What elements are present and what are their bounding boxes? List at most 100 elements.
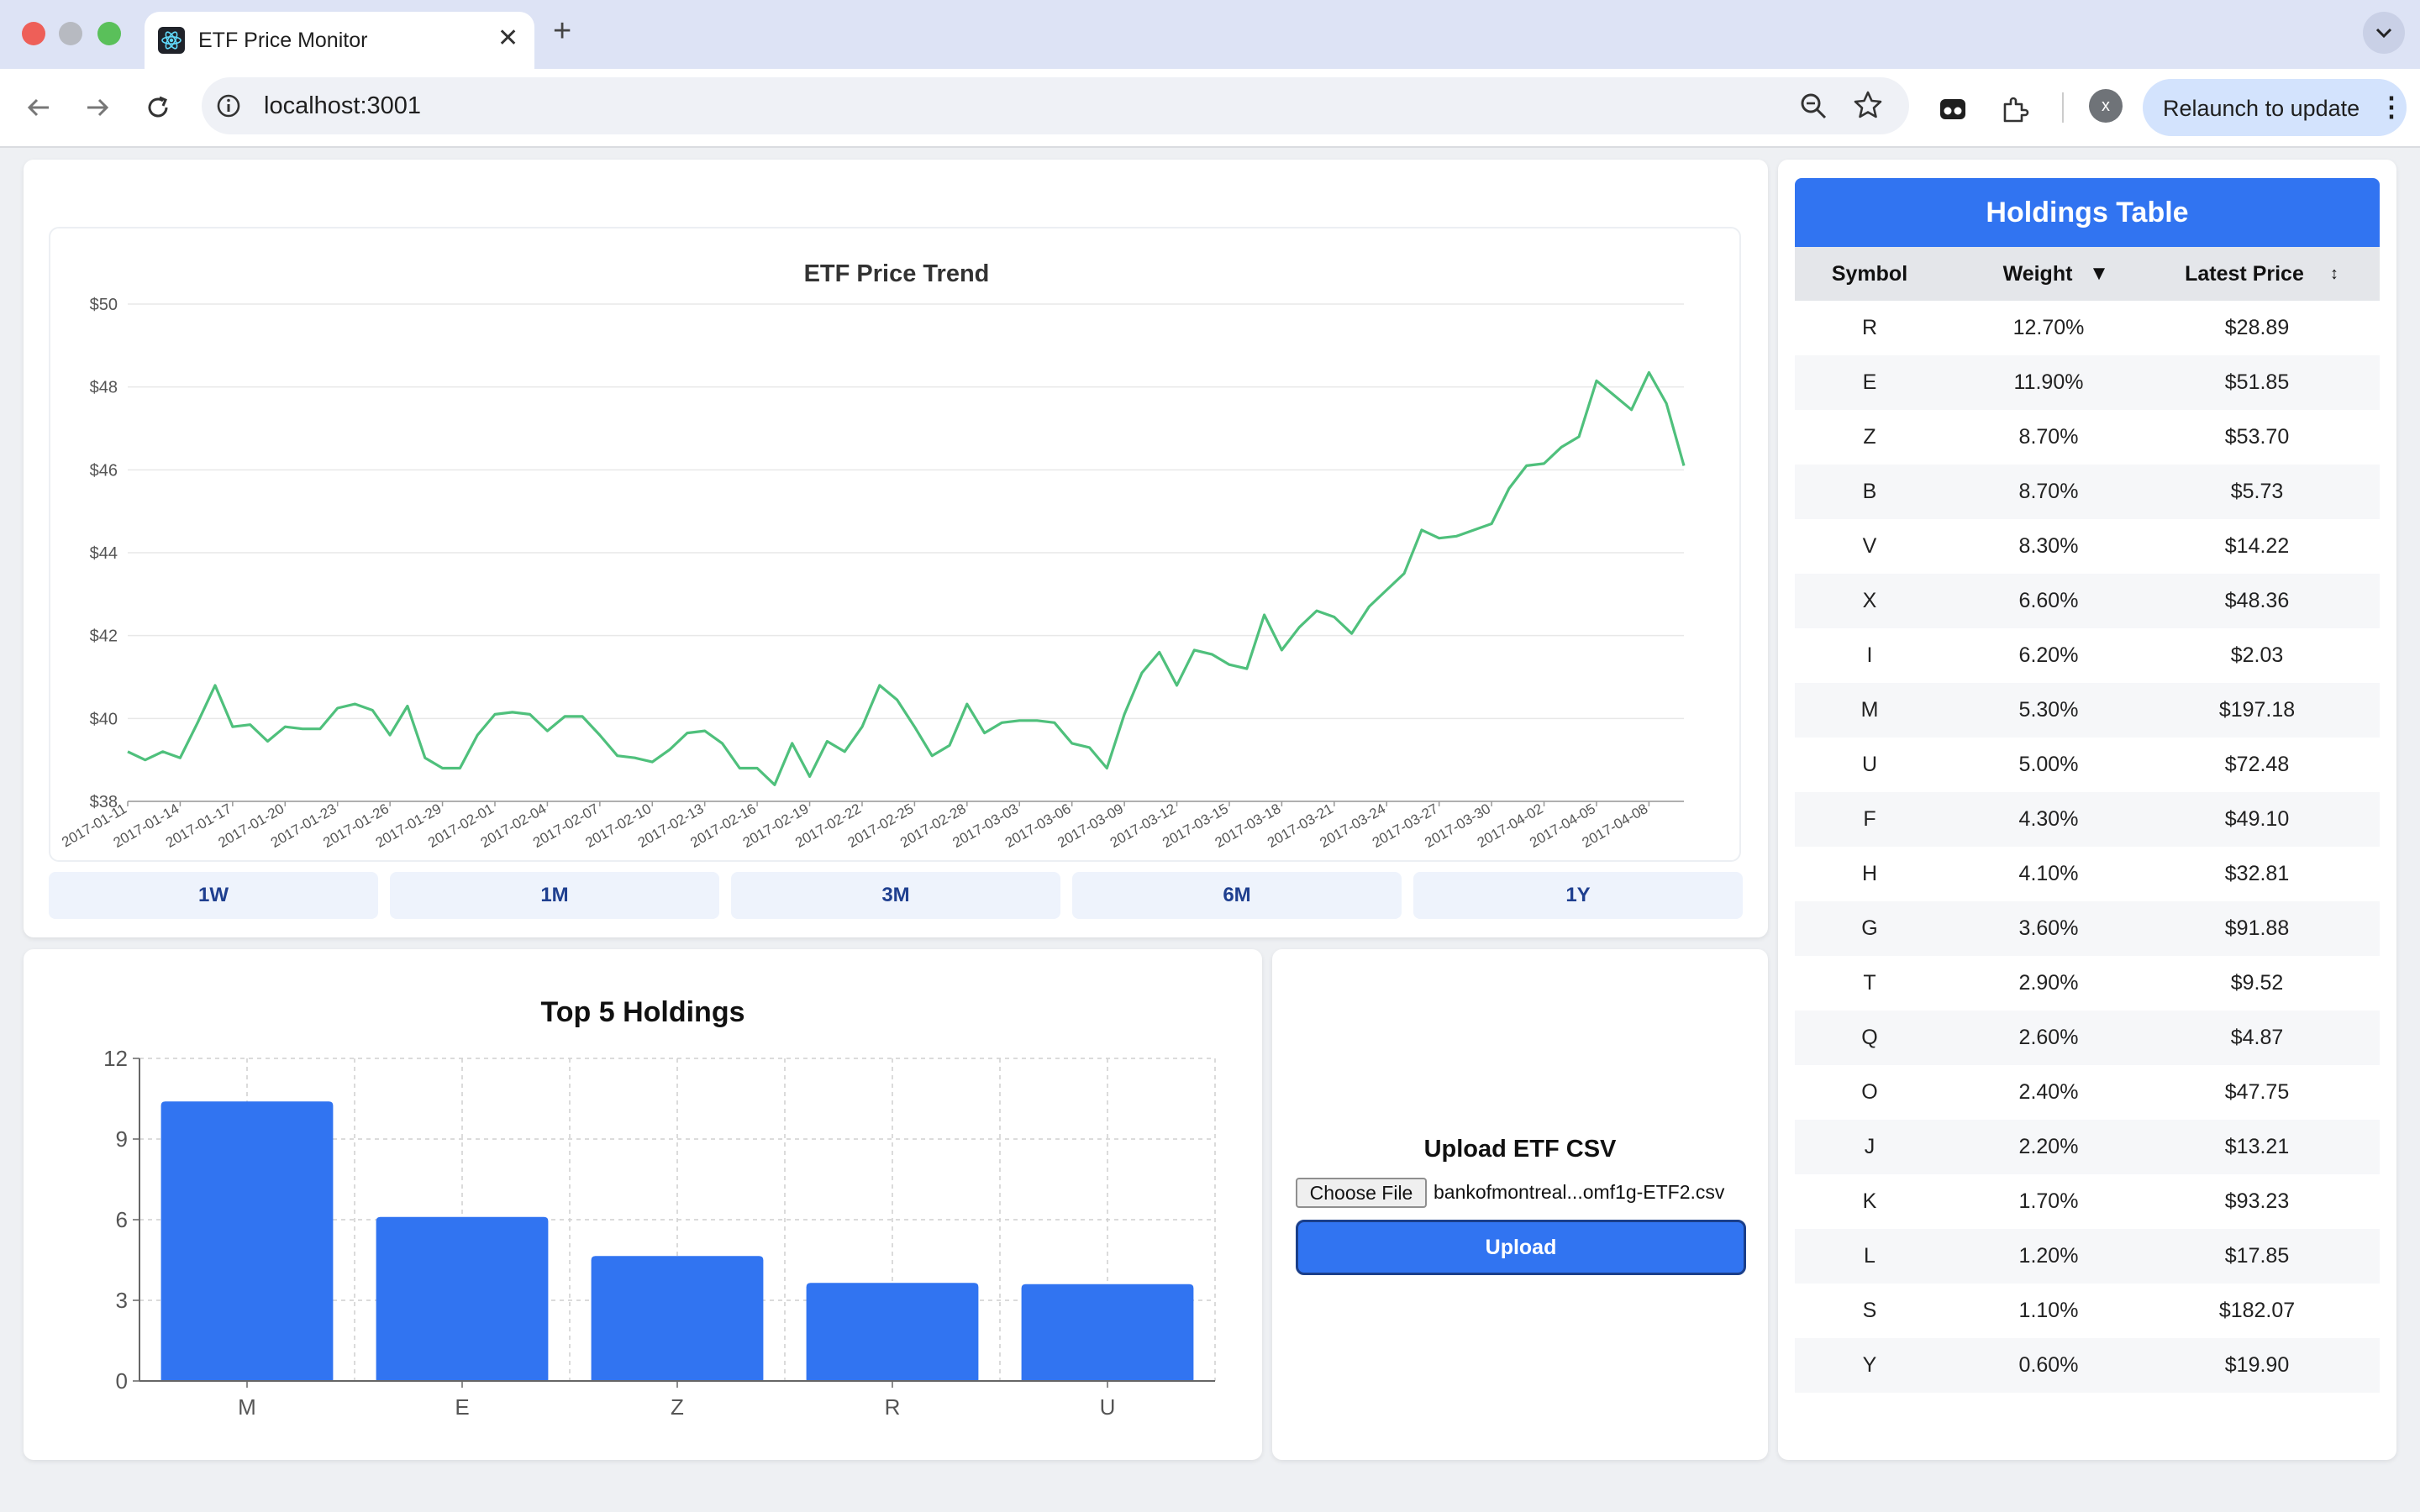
table-row: J 2.20% $13.21: [1795, 1120, 2380, 1174]
forward-button[interactable]: [79, 89, 116, 126]
cell-symbol: O: [1861, 1080, 1878, 1104]
table-row: T 2.90% $9.52: [1795, 956, 2380, 1011]
range-button-1w[interactable]: 1W: [49, 872, 378, 919]
cell-symbol: B: [1862, 480, 1877, 503]
sort-toggle-icon[interactable]: ↕: [2317, 247, 2351, 301]
cell-weight: 1.70%: [2018, 1189, 2079, 1213]
table-row: B 8.70% $5.73: [1795, 465, 2380, 519]
toolbar-divider: [2062, 92, 2064, 123]
maximize-window-button[interactable]: [97, 22, 121, 45]
y-tick-label: $48: [90, 379, 118, 397]
y-tick-label: $42: [90, 627, 118, 646]
cell-symbol: L: [1864, 1244, 1876, 1268]
tab-search-button[interactable]: [2363, 12, 2405, 54]
cell-weight: 8.70%: [2018, 480, 2079, 503]
table-row: F 4.30% $49.10: [1795, 792, 2380, 847]
cell-symbol: M: [1860, 698, 1879, 722]
new-tab-button[interactable]: +: [553, 13, 571, 50]
back-arrow-icon: [27, 98, 49, 117]
relaunch-button[interactable]: Relaunch to update ⋮: [2143, 79, 2407, 136]
bar-E[interactable]: [376, 1216, 549, 1381]
cell-symbol: J: [1864, 1135, 1876, 1158]
y-tick-label: 0: [116, 1368, 128, 1394]
url-text[interactable]: localhost:3001: [264, 92, 421, 120]
column-header-symbol[interactable]: Symbol: [1795, 247, 1944, 301]
bar-U[interactable]: [1021, 1284, 1194, 1381]
table-row: O 2.40% $47.75: [1795, 1065, 2380, 1120]
table-row: G 3.60% $91.88: [1795, 901, 2380, 956]
range-button-6m[interactable]: 6M: [1072, 872, 1402, 919]
cell-symbol: X: [1862, 589, 1877, 612]
table-row: R 12.70% $28.89: [1795, 301, 2380, 355]
y-tick-label: $46: [90, 461, 118, 480]
cell-price: $72.48: [2224, 753, 2290, 776]
chevron-down-icon: [2375, 28, 2392, 39]
y-tick-label: $50: [90, 296, 118, 314]
profile-avatar[interactable]: x: [2089, 89, 2123, 123]
incognito-extension-icon[interactable]: [1938, 94, 1968, 124]
x-tick-label: U: [1100, 1394, 1116, 1420]
y-tick-label: 9: [116, 1126, 128, 1152]
cell-price: $49.10: [2224, 807, 2290, 831]
browser-tab[interactable]: ETF Price Monitor ✕: [145, 12, 534, 69]
forward-arrow-icon: [87, 98, 109, 117]
cell-symbol: K: [1862, 1189, 1877, 1213]
close-window-button[interactable]: [22, 22, 45, 45]
upload-button[interactable]: Upload: [1296, 1220, 1746, 1275]
reload-icon: [148, 96, 168, 118]
extensions-puzzle-icon[interactable]: [2000, 94, 2030, 124]
cell-weight: 2.20%: [2018, 1135, 2079, 1158]
bar-R[interactable]: [806, 1283, 979, 1381]
table-row: K 1.70% $93.23: [1795, 1174, 2380, 1229]
top-holdings-chart: 0 3 6 9 12 M E Z R U: [103, 1046, 1216, 1420]
table-row: L 1.20% $17.85: [1795, 1229, 2380, 1284]
sort-descending-icon[interactable]: ▼: [2082, 247, 2116, 301]
close-tab-icon[interactable]: ✕: [497, 24, 518, 53]
x-tick-label: R: [885, 1394, 901, 1420]
y-tick-label: $44: [90, 544, 118, 563]
cell-price: $17.85: [2224, 1244, 2290, 1268]
cell-weight: 4.30%: [2018, 807, 2079, 831]
cell-symbol: H: [1861, 862, 1878, 885]
choose-file-button[interactable]: Choose File: [1296, 1178, 1427, 1208]
site-info-icon[interactable]: [215, 92, 242, 119]
range-button-1m[interactable]: 1M: [390, 872, 719, 919]
table-row: E 11.90% $51.85: [1795, 355, 2380, 410]
range-button-3m[interactable]: 3M: [731, 872, 1060, 919]
cell-symbol: V: [1862, 534, 1877, 558]
cell-symbol: R: [1861, 316, 1878, 339]
cell-price: $53.70: [2224, 425, 2290, 449]
cell-price: $197.18: [2218, 698, 2296, 722]
upload-panel: Upload ETF CSV Choose File bankofmontrea…: [1272, 949, 1768, 1460]
bar-Z[interactable]: [591, 1256, 764, 1381]
zoom-icon[interactable]: [1798, 91, 1828, 121]
cell-price: $14.22: [2224, 534, 2290, 558]
table-row: X 6.60% $48.36: [1795, 574, 2380, 628]
cell-symbol: T: [1863, 971, 1876, 995]
range-button-1y[interactable]: 1Y: [1413, 872, 1743, 919]
cell-price: $19.90: [2224, 1353, 2290, 1377]
y-tick-label: 3: [116, 1288, 128, 1313]
browser-toolbar: localhost:3001 x Relaunch to update ⋮: [0, 69, 2420, 148]
upload-title: Upload ETF CSV: [1423, 1136, 1617, 1163]
cell-price: $13.21: [2224, 1135, 2290, 1158]
table-row: Q 2.60% $4.87: [1795, 1011, 2380, 1065]
cell-price: $93.23: [2224, 1189, 2290, 1213]
column-header-weight[interactable]: Weight: [1983, 247, 2092, 301]
table-row: H 4.10% $32.81: [1795, 847, 2380, 901]
back-button[interactable]: [20, 89, 57, 126]
cell-weight: 2.90%: [2018, 971, 2079, 995]
cell-weight: 2.40%: [2018, 1080, 2079, 1104]
reload-button[interactable]: [139, 89, 176, 126]
cell-weight: 4.10%: [2018, 862, 2079, 885]
more-menu-icon[interactable]: ⋮: [2378, 91, 2405, 123]
minimize-window-button[interactable]: [59, 22, 82, 45]
bar-M[interactable]: [160, 1101, 334, 1381]
column-header-latest-price[interactable]: Latest Price: [2165, 247, 2324, 301]
cell-weight: 3.60%: [2018, 916, 2079, 940]
cell-price: $9.52: [2230, 971, 2284, 995]
address-bar[interactable]: localhost:3001: [202, 77, 1909, 134]
table-row: Y 0.60% $19.90: [1795, 1338, 2380, 1393]
table-row: M 5.30% $197.18: [1795, 683, 2380, 738]
bookmark-star-icon[interactable]: [1852, 89, 1884, 121]
